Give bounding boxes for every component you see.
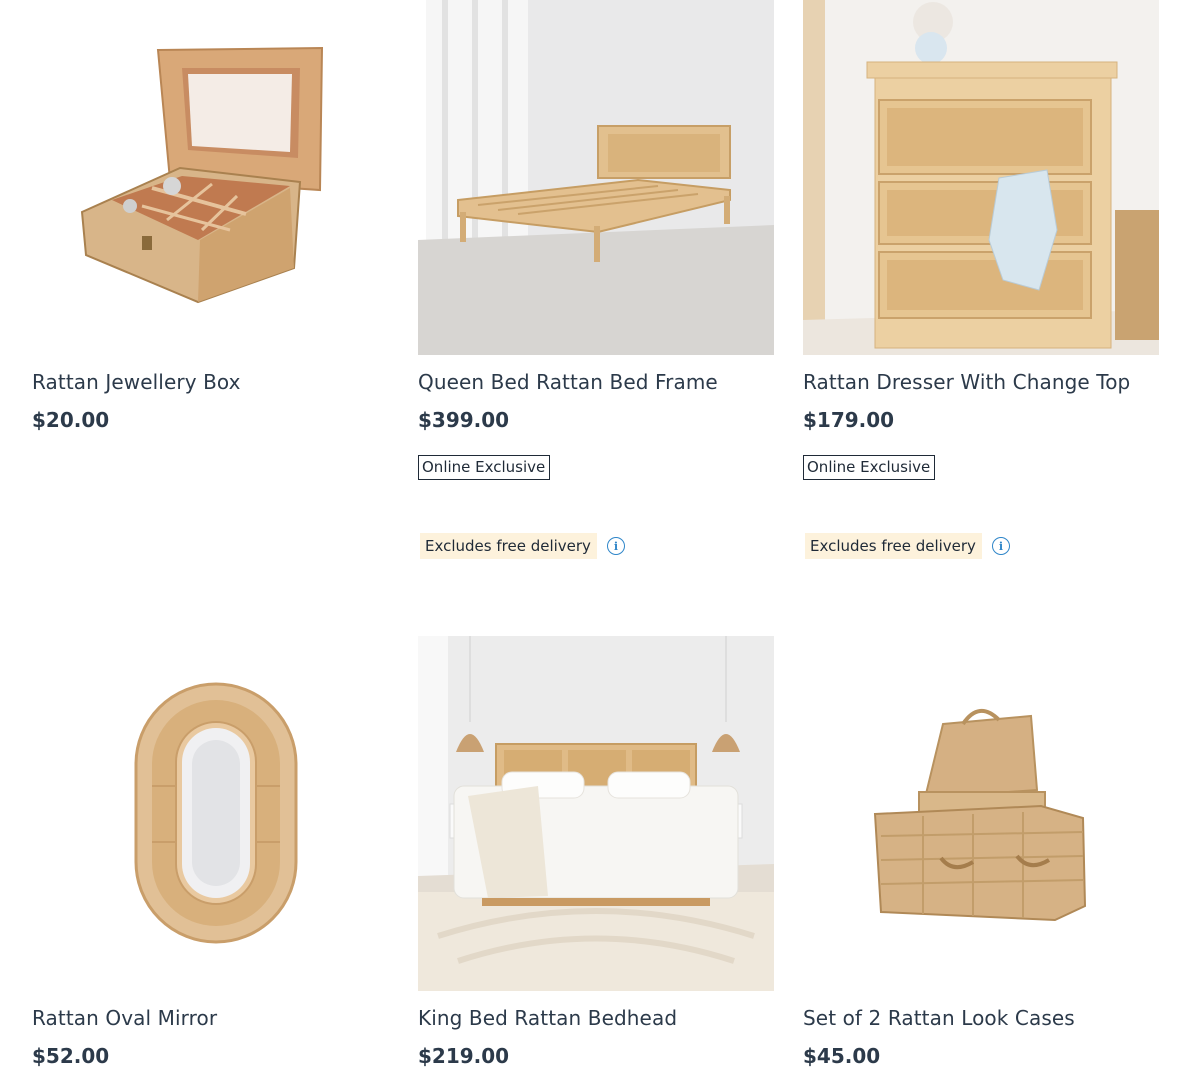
product-price: $52.00 bbox=[32, 1044, 110, 1068]
delivery-note-label: Excludes free delivery bbox=[805, 533, 982, 559]
product-image[interactable] bbox=[32, 0, 388, 355]
online-exclusive-badge: Online Exclusive bbox=[418, 455, 551, 480]
product-price: $219.00 bbox=[418, 1044, 510, 1068]
delivery-note: Excludes free delivery i bbox=[420, 533, 625, 559]
product-title[interactable]: Rattan Dresser With Change Top bbox=[803, 370, 1130, 394]
product-title[interactable]: Set of 2 Rattan Look Cases bbox=[803, 1006, 1075, 1030]
product-title[interactable]: Rattan Oval Mirror bbox=[32, 1006, 217, 1030]
product-image[interactable] bbox=[418, 636, 774, 991]
oval-mirror-image bbox=[32, 636, 388, 991]
rattan-cases-image bbox=[803, 636, 1159, 991]
jewellery-box-image bbox=[32, 0, 388, 355]
product-card[interactable]: King Bed Rattan Bedhead $219.00 bbox=[418, 636, 774, 1068]
product-title[interactable]: Rattan Jewellery Box bbox=[32, 370, 241, 394]
product-image[interactable] bbox=[418, 0, 774, 355]
info-icon[interactable]: i bbox=[606, 537, 625, 555]
product-price: $179.00 bbox=[803, 408, 895, 432]
product-title[interactable]: King Bed Rattan Bedhead bbox=[418, 1006, 677, 1030]
product-card[interactable]: Set of 2 Rattan Look Cases $45.00 bbox=[803, 636, 1159, 1068]
product-card[interactable]: Rattan Dresser With Change Top $179.00 O… bbox=[803, 0, 1159, 559]
product-card[interactable]: Queen Bed Rattan Bed Frame $399.00 Onlin… bbox=[418, 0, 774, 559]
dresser-image bbox=[803, 0, 1159, 355]
product-price: $399.00 bbox=[418, 408, 510, 432]
product-title[interactable]: Queen Bed Rattan Bed Frame bbox=[418, 370, 718, 394]
info-icon[interactable]: i bbox=[991, 537, 1010, 555]
delivery-note: Excludes free delivery i bbox=[805, 533, 1010, 559]
online-exclusive-badge: Online Exclusive bbox=[803, 455, 936, 480]
product-card[interactable]: Rattan Jewellery Box $20.00 bbox=[32, 0, 388, 432]
delivery-note-label: Excludes free delivery bbox=[420, 533, 597, 559]
bed-frame-image bbox=[418, 0, 774, 355]
bedhead-image bbox=[418, 636, 774, 991]
product-image[interactable] bbox=[803, 0, 1159, 355]
product-image[interactable] bbox=[32, 636, 388, 991]
product-card[interactable]: Rattan Oval Mirror $52.00 bbox=[32, 636, 388, 1068]
product-price: $20.00 bbox=[32, 408, 110, 432]
product-image[interactable] bbox=[803, 636, 1159, 991]
product-grid: Rattan Jewellery Box $20.00 Queen Bed Ra… bbox=[0, 0, 1200, 1081]
product-price: $45.00 bbox=[803, 1044, 881, 1068]
